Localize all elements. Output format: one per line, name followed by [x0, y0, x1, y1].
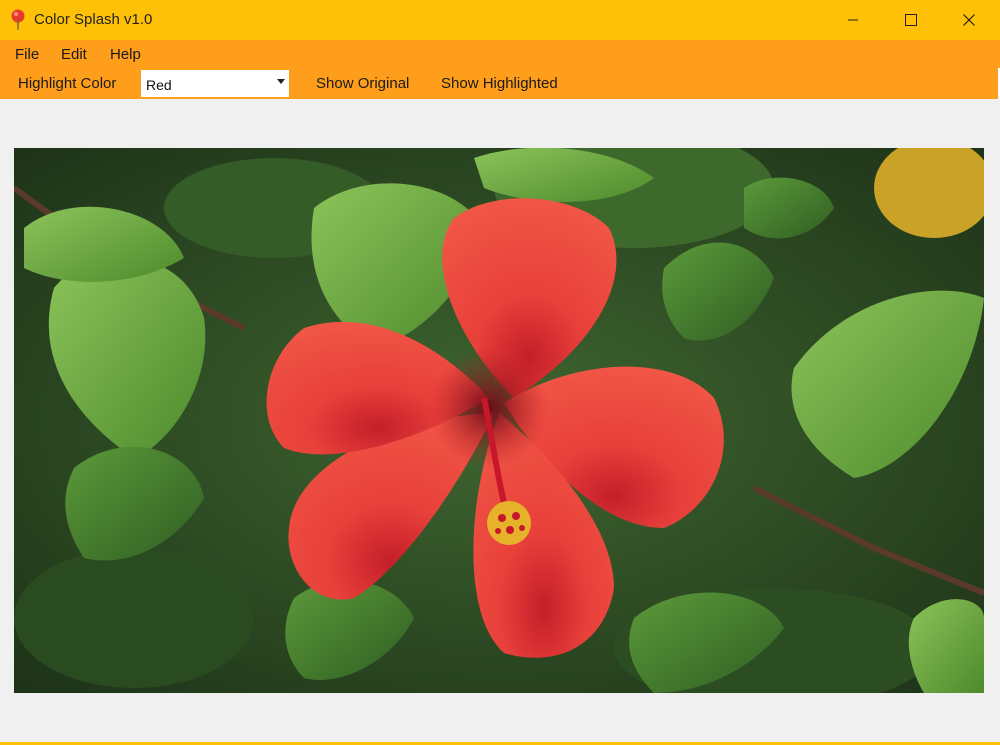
toolbar: Highlight Color Red Show Original Show H…: [0, 68, 1000, 99]
hibiscus-photo: [14, 148, 984, 693]
menu-bar: File Edit Help: [0, 40, 1000, 68]
maximize-icon: [905, 14, 917, 26]
show-highlighted-button[interactable]: Show Highlighted: [441, 75, 558, 92]
minimize-button[interactable]: [824, 0, 882, 40]
highlight-color-select[interactable]: Red: [141, 70, 289, 97]
menu-help[interactable]: Help: [110, 46, 141, 63]
close-icon: [963, 14, 975, 26]
menu-file[interactable]: File: [15, 46, 39, 63]
minimize-icon: [848, 19, 858, 21]
title-bar[interactable]: Color Splash v1.0: [0, 0, 1000, 40]
maximize-button[interactable]: [882, 0, 940, 40]
highlight-color-label: Highlight Color: [18, 75, 117, 92]
image-display: [14, 148, 984, 693]
menu-edit[interactable]: Edit: [61, 46, 87, 63]
show-original-button[interactable]: Show Original: [316, 75, 409, 92]
close-button[interactable]: [940, 0, 998, 40]
window-title: Color Splash v1.0: [34, 11, 153, 28]
map-pin-icon: [10, 9, 26, 31]
chevron-down-icon: [277, 79, 285, 84]
highlight-color-value: Red: [146, 77, 172, 93]
